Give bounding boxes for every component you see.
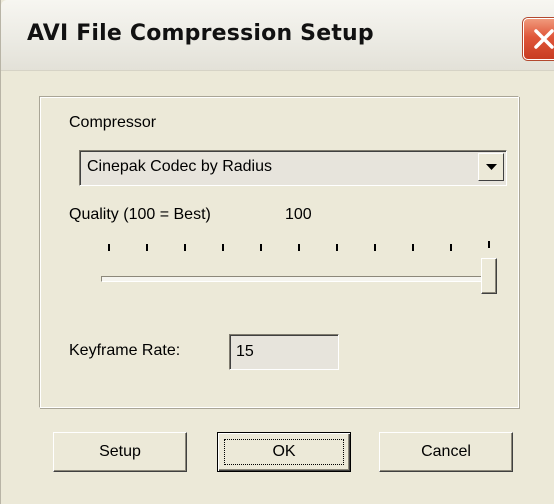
compressor-selected-value: Cinepak Codec by Radius [87, 158, 272, 175]
window-title: AVI File Compression Setup [27, 21, 374, 46]
slider-tick [336, 244, 338, 251]
quality-slider-thumb[interactable] [481, 258, 497, 294]
title-bar[interactable]: AVI File Compression Setup [1, 0, 554, 71]
compressor-label: Compressor [69, 114, 157, 131]
dialog-window: AVI File Compression Setup Compressor Ci… [0, 0, 554, 504]
quality-label: Quality (100 = Best) [69, 206, 211, 223]
slider-tick [260, 244, 262, 251]
chevron-down-icon [486, 164, 497, 170]
slider-tick [412, 244, 414, 251]
slider-tick [374, 244, 376, 251]
slider-tick [146, 244, 148, 251]
close-button[interactable] [523, 18, 554, 60]
keyframe-rate-input[interactable] [229, 334, 339, 370]
setup-button[interactable]: Setup [53, 432, 187, 472]
slider-tick [488, 241, 490, 248]
close-icon [534, 29, 554, 49]
compressor-select[interactable]: Cinepak Codec by Radius [79, 150, 507, 186]
slider-tick [108, 244, 110, 251]
ok-button-label: OK [272, 443, 296, 460]
quality-value: 100 [285, 206, 312, 223]
keyframe-rate-label: Keyframe Rate: [69, 342, 181, 359]
slider-tick [184, 244, 186, 251]
quality-slider-track[interactable] [101, 276, 493, 282]
slider-tick [222, 244, 224, 251]
slider-tick [298, 244, 300, 251]
cancel-button[interactable]: Cancel [379, 432, 513, 472]
ok-button[interactable]: OK [217, 432, 351, 472]
slider-tick [450, 244, 452, 251]
compressor-dropdown-button[interactable] [478, 153, 504, 181]
